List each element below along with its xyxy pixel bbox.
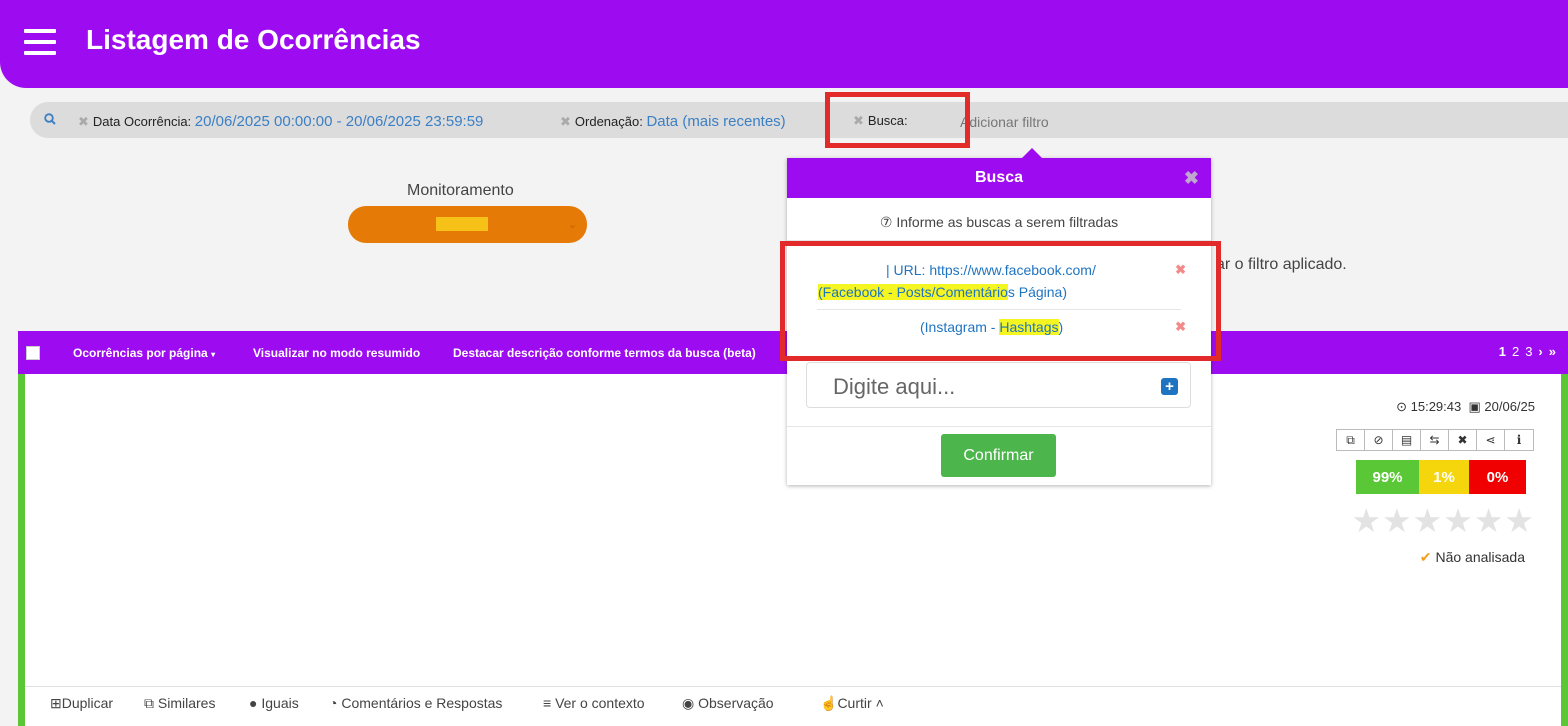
translate-icon[interactable]: ⇆	[1421, 430, 1449, 450]
observation-action[interactable]: ◉ Observação	[682, 695, 774, 712]
comments-icon: ◔	[329, 695, 342, 711]
date-filter-value: 20/06/2025 00:00:00 - 20/06/2025 23:59:5…	[194, 113, 484, 130]
next-page-icon[interactable]: ›	[1538, 344, 1542, 359]
close-icon[interactable]: ✖	[1449, 430, 1477, 450]
clock-icon: ⊙	[1396, 399, 1407, 414]
confirm-button[interactable]: Confirmar	[941, 434, 1056, 477]
input-placeholder: Digite aqui...	[833, 374, 956, 399]
select-all-checkbox[interactable]	[26, 346, 40, 360]
context-action[interactable]: ≡ Ver o contexto	[543, 695, 645, 711]
search-term-input[interactable]: Digite aqui... +	[806, 362, 1191, 408]
eye-icon: ◉	[682, 695, 699, 711]
dot-icon: ●	[249, 695, 262, 711]
add-filter-link[interactable]: Adicionar filtro	[960, 114, 1049, 130]
occurrence-meta: ⊙ 15:29:43 ▣ 20/06/25	[1396, 399, 1535, 415]
like-action[interactable]: ☝Curtir ˄	[820, 695, 884, 712]
block-icon[interactable]: ⊘	[1365, 430, 1393, 450]
sentiment-neutral[interactable]: 1%	[1419, 460, 1469, 494]
copy-icon[interactable]: ⧉	[1337, 430, 1365, 450]
analysis-status: ✔ Não analisada	[1419, 549, 1525, 565]
monitor-select[interactable]: ⌄	[348, 206, 587, 243]
pagination: 1 2 3 › »	[1493, 344, 1556, 359]
date-filter-chip[interactable]: ✖ Data Ocorrência: 20/06/2025 00:00:00 - …	[78, 113, 483, 130]
app-header: Listagem de Ocorrências	[0, 0, 1568, 88]
remove-filter-icon[interactable]: ✖	[560, 114, 571, 129]
page-1[interactable]: 1	[1499, 344, 1506, 359]
order-filter-value: Data (mais recentes)	[646, 113, 786, 130]
last-page-icon[interactable]: »	[1549, 344, 1556, 359]
sentiment-positive[interactable]: 99%	[1356, 460, 1419, 494]
popup-header: Busca ✖	[787, 158, 1211, 198]
highlight-box	[780, 241, 1221, 361]
archive-icon[interactable]: ▤	[1393, 430, 1421, 450]
thumbs-up-icon: ☝	[820, 695, 838, 711]
add-term-icon[interactable]: +	[1161, 378, 1178, 395]
filter-info-text: ar o filtro aplicado.	[1216, 256, 1347, 273]
comments-action[interactable]: ◔ Comentários e Respostas	[329, 695, 502, 711]
similar-action[interactable]: ⧉ Similares	[144, 695, 215, 712]
order-filter-chip[interactable]: ✖ Ordenação: Data (mais recentes)	[560, 113, 786, 130]
filter-bar: ✖ Data Ocorrência: 20/06/2025 00:00:00 - …	[30, 102, 1568, 138]
summary-mode-button[interactable]: Visualizar no modo resumido	[253, 346, 420, 360]
highlight-box	[825, 92, 970, 148]
menu-icon[interactable]	[24, 29, 56, 55]
equal-action[interactable]: ● Iguais	[249, 695, 299, 711]
info-icon[interactable]: i	[1505, 430, 1533, 450]
page-3[interactable]: 3	[1525, 344, 1532, 359]
occurrence-date: 20/06/25	[1484, 399, 1535, 414]
calendar-icon: ▣	[1468, 399, 1481, 414]
redacted-value	[436, 217, 488, 231]
search-icon[interactable]	[44, 113, 56, 125]
plus-square-icon: ⊞	[50, 695, 62, 711]
divider	[787, 426, 1211, 427]
chevron-up-icon: ˄	[875, 695, 884, 711]
page-2[interactable]: 2	[1512, 344, 1519, 359]
help-icon: ⑦	[879, 214, 893, 230]
per-page-dropdown[interactable]: Ocorrências por página ▾	[73, 346, 215, 360]
close-icon[interactable]: ✖	[1184, 158, 1199, 198]
monitor-label: Monitoramento	[407, 182, 514, 199]
rating-stars[interactable]: ★★★★★★	[1351, 501, 1535, 540]
card-action-group: ⧉ ⊘ ▤ ⇆ ✖ ⋖ i	[1336, 429, 1534, 451]
page-title: Listagem de Ocorrências	[86, 24, 421, 55]
chevron-down-icon: ⌄	[567, 219, 577, 231]
caret-down-icon: ▾	[211, 350, 216, 359]
highlight-terms-button[interactable]: Destacar descrição conforme termos da bu…	[453, 346, 756, 360]
sentiment-negative[interactable]: 0%	[1469, 460, 1526, 494]
share-icon[interactable]: ⋖	[1477, 430, 1505, 450]
popup-title: Busca	[974, 169, 1024, 186]
duplicate-action[interactable]: ⊞Duplicar	[50, 695, 113, 712]
popup-hint: ⑦ Informe as buscas a serem filtradas	[879, 214, 1119, 230]
card-divider	[25, 686, 1561, 687]
copy-icon: ⧉	[144, 695, 158, 711]
remove-filter-icon[interactable]: ✖	[78, 114, 89, 129]
check-icon: ✔	[1419, 549, 1432, 565]
occurrence-time: 15:29:43	[1410, 399, 1462, 414]
list-icon: ≡	[543, 695, 556, 711]
